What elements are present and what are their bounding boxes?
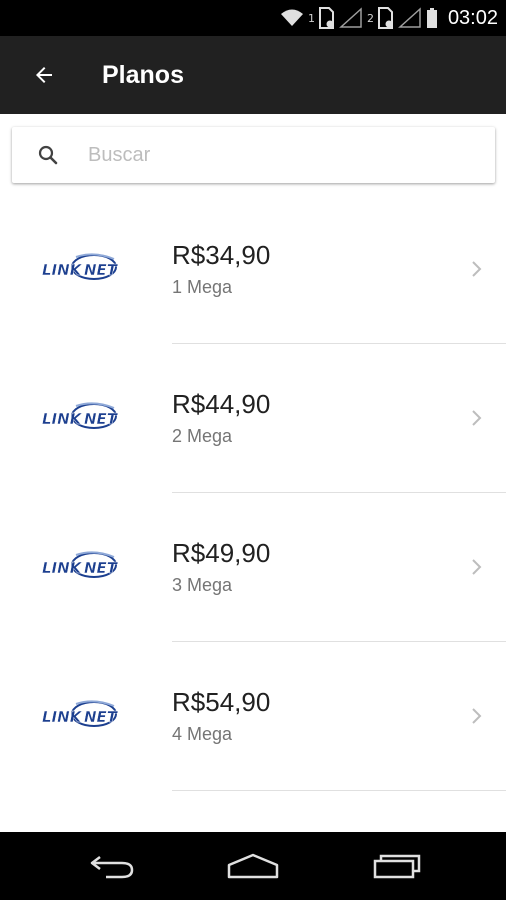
- recent-apps-icon: [373, 854, 421, 879]
- linknet-logo: LINK NET: [42, 253, 119, 280]
- plan-speed: 1 Mega: [172, 277, 233, 297]
- plan-speed: 2 Mega: [172, 426, 233, 446]
- plan-speed: 4 Mega: [172, 724, 233, 744]
- search-bar: [12, 127, 495, 183]
- page-title: Planos: [102, 61, 184, 89]
- plan-price: R$44,90: [172, 389, 271, 419]
- svg-text:NET: NET: [84, 708, 119, 726]
- back-nav-icon: [90, 856, 134, 879]
- arrow-left-icon: [36, 67, 52, 83]
- search-input[interactable]: [88, 137, 478, 173]
- chevron-right-icon: [472, 261, 482, 277]
- plan-price: R$54,90: [172, 687, 271, 717]
- plan-list: LINK NET R$34,90 1 Mega LINK NET R$44,90…: [0, 195, 506, 791]
- svg-text:LINK: LINK: [42, 708, 83, 726]
- sim2-label: 2: [366, 11, 374, 25]
- plan-item[interactable]: LINK NET R$49,90 3 Mega: [0, 493, 506, 642]
- svg-text:NET: NET: [84, 559, 119, 577]
- home-nav-icon: [227, 853, 279, 879]
- back-button[interactable]: [26, 57, 62, 93]
- nav-back-button[interactable]: [83, 846, 143, 886]
- chevron-right-icon: [472, 708, 482, 724]
- battery-icon: [426, 8, 437, 28]
- svg-text:NET: NET: [84, 410, 119, 428]
- nav-home-button[interactable]: [223, 846, 283, 886]
- sim-card-icon: [318, 7, 334, 29]
- svg-text:LINK: LINK: [42, 410, 83, 428]
- plan-price: R$49,90: [172, 538, 271, 568]
- clock: 03:02: [447, 6, 498, 29]
- linknet-logo: LINK NET: [42, 402, 119, 429]
- sim-card-icon: [377, 7, 393, 29]
- navigation-bar: [0, 832, 506, 900]
- status-bar: 1 2 03:02: [0, 0, 506, 36]
- wifi-icon: [280, 9, 303, 26]
- svg-text:LINK: LINK: [42, 261, 83, 279]
- plan-price: R$34,90: [172, 240, 271, 270]
- divider: [172, 790, 506, 791]
- signal-empty-icon: [397, 7, 421, 28]
- status-icons: 1 2 03:02: [280, 0, 498, 36]
- plan-item[interactable]: LINK NET R$54,90 4 Mega: [0, 642, 506, 791]
- svg-text:LINK: LINK: [42, 559, 83, 577]
- chevron-right-icon: [472, 559, 482, 575]
- search-icon[interactable]: [36, 143, 60, 167]
- plan-item[interactable]: LINK NET R$44,90 2 Mega: [0, 344, 506, 493]
- plan-item[interactable]: LINK NET R$34,90 1 Mega: [0, 195, 506, 344]
- linknet-logo: LINK NET: [42, 551, 119, 578]
- svg-text:NET: NET: [84, 261, 119, 279]
- chevron-right-icon: [472, 410, 482, 426]
- linknet-logo: LINK NET: [42, 700, 119, 727]
- sim1-label: 1: [307, 11, 315, 25]
- nav-recent-button[interactable]: [365, 846, 425, 886]
- app-bar: Planos: [0, 36, 506, 114]
- plan-speed: 3 Mega: [172, 575, 233, 595]
- signal-empty-icon: [338, 7, 362, 28]
